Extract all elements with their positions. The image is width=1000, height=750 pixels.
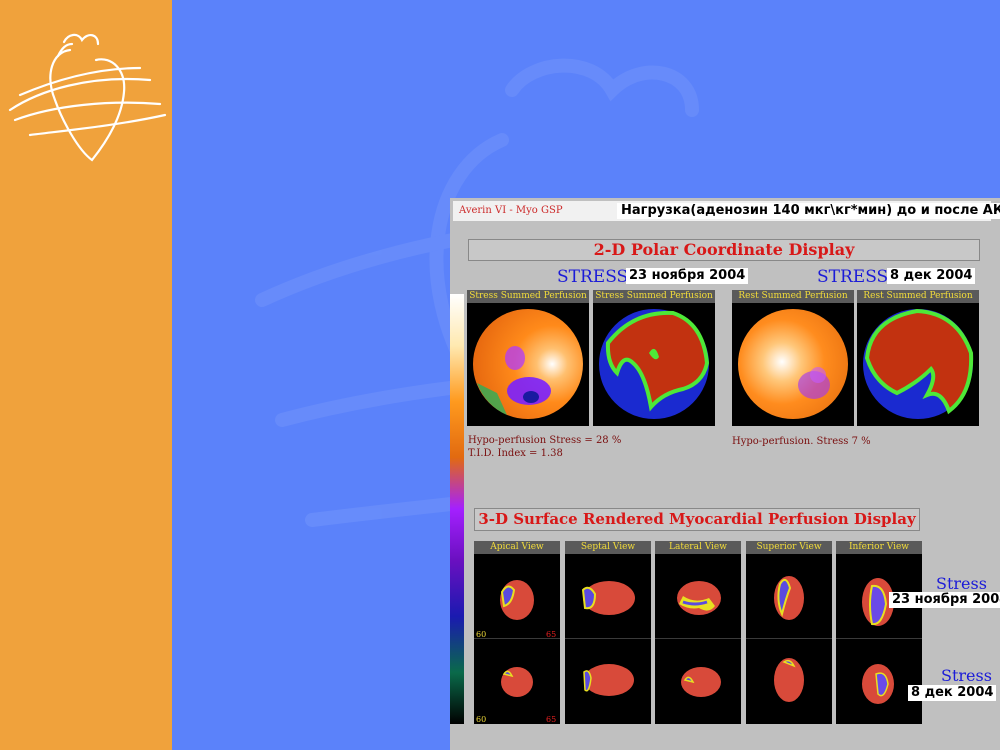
view-apical: Apical View 60 65 60 65: [474, 541, 560, 724]
view-title: Lateral View: [655, 541, 741, 554]
tid-index: T.I.D. Index = 1.38: [468, 448, 563, 459]
polar-defect-map-image: [599, 309, 710, 419]
row-date-2: 8 дек 2004: [908, 685, 997, 701]
study-banner: Нагрузка(аденозин 140 мкг\кг*мин) до и п…: [617, 203, 1000, 219]
view-superior: Superior View: [746, 541, 832, 724]
scale-low-label: 60: [476, 715, 486, 724]
polar-panel-rest-1: Rest Summed Perfusion: [732, 290, 854, 426]
polar-panel-title: Rest Summed Perfusion: [857, 290, 979, 303]
view-title: Inferior View: [836, 541, 922, 554]
stress-label-1: STRESS: [557, 267, 629, 287]
stress-date-1: 23 ноября 2004: [626, 268, 749, 284]
stress-label-2: STRESS: [817, 267, 889, 287]
polar-panel-title: Rest Summed Perfusion: [732, 290, 854, 303]
hypo-perfusion-left: Hypo-perfusion Stress = 28 %: [468, 435, 622, 446]
polar-section-title: 2-D Polar Coordinate Display: [468, 239, 980, 261]
polar-panel-rest-2: Rest Summed Perfusion: [857, 290, 979, 426]
left-band: [0, 0, 172, 750]
heart-surface-image: [581, 581, 635, 696]
polar-panel-stress-1: Stress Summed Perfusion: [467, 290, 589, 426]
polar-panel-title: Stress Summed Perfusion: [467, 290, 589, 303]
stress-date-2: 8 дек 2004: [887, 268, 976, 284]
scale-high-label: 65: [546, 630, 556, 639]
scale-high-label: 65: [546, 715, 556, 724]
hypo-perfusion-note-right: Hypo-perfusion. Stress 7 %: [732, 435, 871, 448]
polar-map-image: [473, 309, 583, 419]
row-label-stress-2: Stress: [941, 666, 992, 685]
view-title: Superior View: [746, 541, 832, 554]
polar-defect-map-image: [863, 308, 974, 419]
app-title: Averin VI - Myo GSP: [459, 205, 563, 216]
polar-panel-title: Stress Summed Perfusion: [593, 290, 715, 303]
scale-low-label: 60: [476, 630, 486, 639]
view-lateral: Lateral View: [655, 541, 741, 724]
hypo-perfusion-right: Hypo-perfusion. Stress 7 %: [732, 436, 871, 447]
color-scale-bar: [450, 294, 464, 724]
hypo-perfusion-note-left: Hypo-perfusion Stress = 28 % T.I.D. Inde…: [468, 434, 621, 460]
view-title: Apical View: [474, 541, 560, 554]
polar-map-image: [738, 309, 848, 419]
view-septal: Septal View: [565, 541, 651, 724]
polar-section-title-text: 2-D Polar Coordinate Display: [593, 240, 855, 259]
heart-surface-image: [774, 576, 804, 702]
row-label-stress-1: Stress: [936, 574, 987, 593]
heart-surface-image: [677, 581, 721, 697]
view-title: Septal View: [565, 541, 651, 554]
heart-logo-icon: [8, 33, 167, 162]
heart-surface-image: 60 65 60 65: [476, 580, 556, 724]
surface-section-title: 3-D Surface Rendered Myocardial Perfusio…: [474, 508, 920, 531]
surface-section-title-text: 3-D Surface Rendered Myocardial Perfusio…: [478, 510, 916, 528]
perfusion-report-panel: Averin VI - Myo GSP Нагрузка(аденозин 14…: [450, 198, 1000, 750]
row-date-1: 23 ноября 2004: [889, 592, 1000, 608]
polar-panel-stress-2: Stress Summed Perfusion: [593, 290, 715, 426]
app-titlebar: Averin VI - Myo GSP Нагрузка(аденозин 14…: [453, 201, 1000, 221]
